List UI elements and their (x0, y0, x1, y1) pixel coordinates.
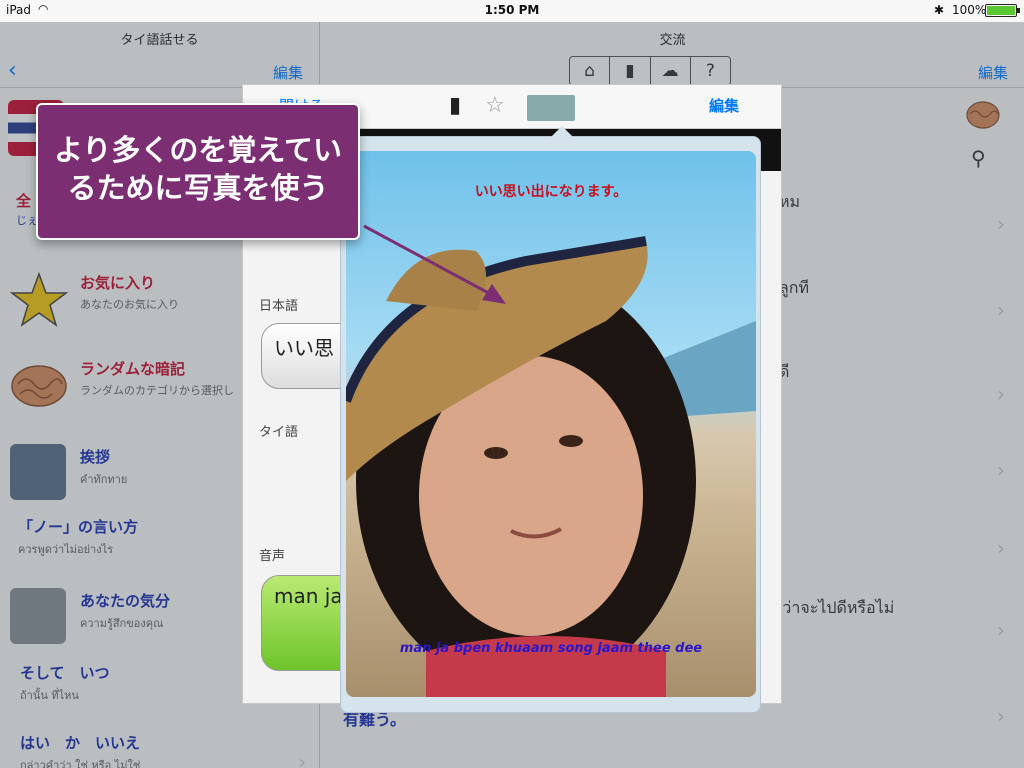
star-outline-icon[interactable]: ☆ (485, 93, 505, 118)
callout-line-2: るために写真を使う (67, 171, 329, 205)
popover-edit-button[interactable]: 編集 (709, 95, 739, 116)
photo-card[interactable]: いい思い出になります。 man ja bpen khuaam song jaam… (340, 126, 761, 713)
tutorial-callout: より多くのを覚えてい るために写真を使う (36, 103, 360, 240)
photo-scene (346, 236, 756, 697)
label-japanese: 日本語 (259, 299, 299, 314)
callout-text: より多くのを覚えてい るために写真を使う (38, 131, 358, 207)
callout-line-1: より多くのを覚えてい (54, 133, 342, 167)
status-time: 1:50 PM (484, 3, 540, 17)
memory-photo[interactable]: いい思い出になります。 man ja bpen khuaam song jaam… (346, 151, 756, 697)
bluetooth-icon: ✱ (934, 3, 945, 17)
photo-thumbnail[interactable] (527, 95, 575, 121)
status-bar: iPad ◠ 1:50 PM ✱ 100% (0, 0, 1024, 22)
label-audio: 音声 (259, 549, 286, 564)
battery-percent: 100% (952, 3, 987, 17)
speaker-icon[interactable]: ▮ (449, 93, 461, 118)
battery-icon (985, 4, 1020, 17)
photo-caption-romanized: man ja bpen khuaam song jaam thee dee (399, 641, 703, 656)
label-thai: タイ語 (259, 425, 299, 440)
photo-caption-japanese: いい思い出になります。 (474, 184, 628, 200)
card-pointer (551, 126, 573, 137)
